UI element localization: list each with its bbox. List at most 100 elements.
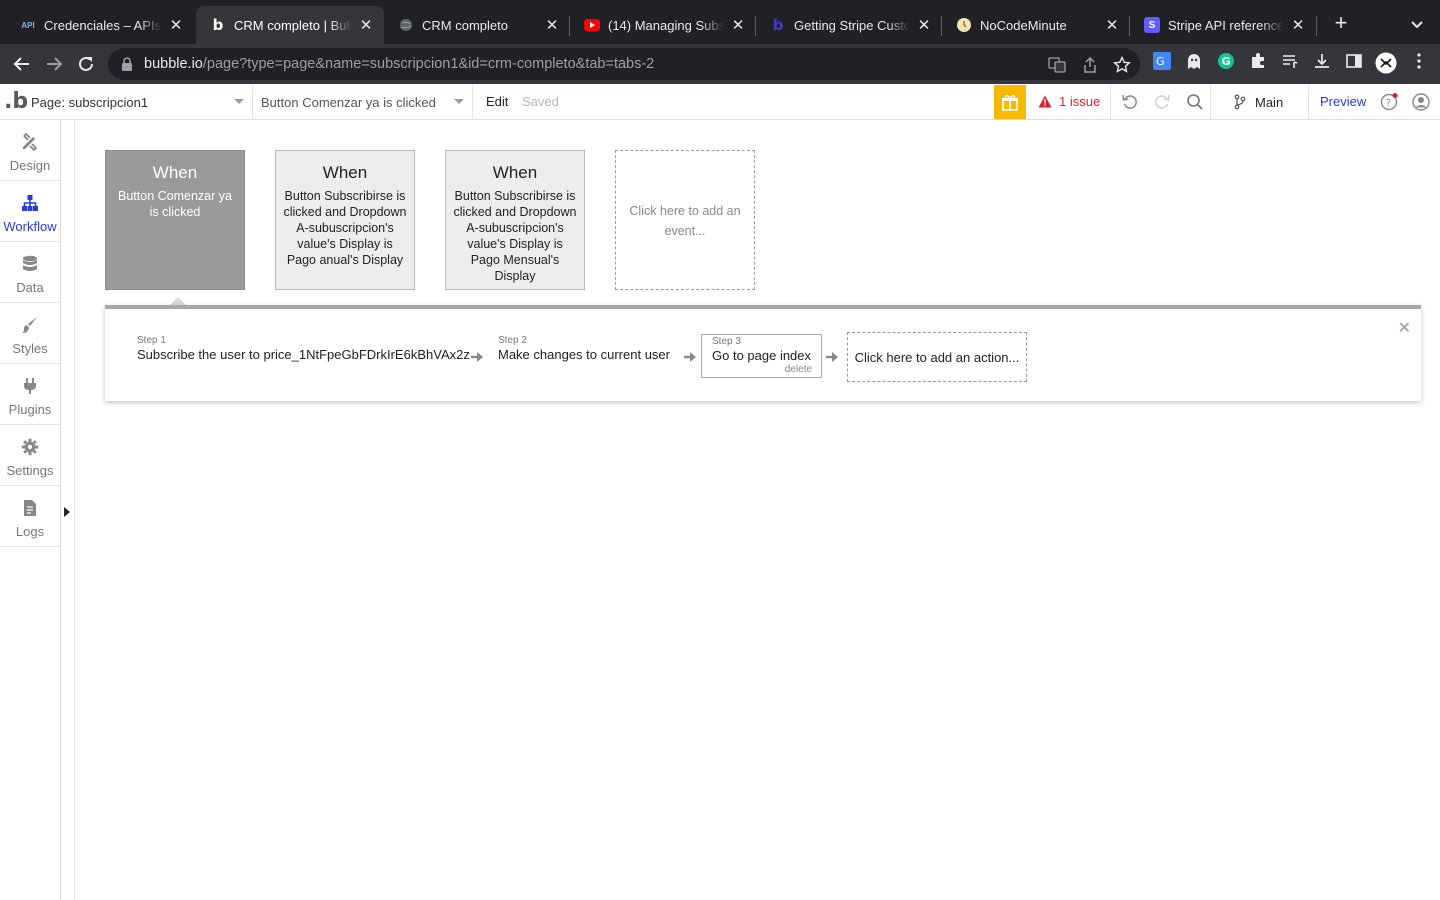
browser-tab[interactable]: CRM completo ✕	[384, 6, 570, 44]
add-event-placeholder[interactable]: Click here to add an event...	[615, 150, 755, 290]
close-tab-icon[interactable]: ✕	[1104, 16, 1120, 34]
branch-selector[interactable]: Main	[1234, 94, 1283, 110]
tab-separator	[1316, 16, 1317, 36]
issues-indicator[interactable]: 1 issue	[1038, 94, 1100, 109]
browser-tab-active[interactable]: b CRM completo | Bubble Editor ✕	[196, 6, 384, 44]
browser-tab[interactable]: S Stripe API reference – ✕	[1130, 6, 1316, 44]
workflow-actions-panel: Step 1 Subscribe the user to price_1NtFp…	[105, 305, 1421, 401]
logs-icon	[24, 500, 36, 516]
forward-arrow-icon[interactable]	[42, 52, 66, 76]
close-icon[interactable]: ✕	[1398, 318, 1411, 338]
bookmark-star-icon[interactable]	[1112, 55, 1132, 74]
sidebar-item-design[interactable]: Design	[0, 120, 60, 181]
url-host: bubble.io	[144, 56, 203, 72]
add-action-placeholder[interactable]: Click here to add an action...	[847, 332, 1027, 382]
event-card[interactable]: When Button Subscribirse is clicked and …	[275, 150, 415, 290]
selected-event-pointer	[170, 297, 186, 305]
delete-step-link[interactable]: delete	[712, 364, 812, 375]
action-step[interactable]: Step 1 Subscribe the user to price_1NtFp…	[137, 335, 470, 362]
editor-sidebar: Design Workflow Data Styles Plugins Sett…	[0, 120, 61, 900]
reload-icon[interactable]	[74, 52, 98, 76]
close-tab-icon[interactable]: ✕	[1290, 16, 1306, 34]
sidebar-item-workflow[interactable]: Workflow	[0, 181, 60, 242]
step-number: Step 1	[137, 335, 166, 346]
back-arrow-icon[interactable]	[10, 52, 34, 76]
sidebar-item-settings[interactable]: Settings	[0, 425, 60, 486]
header-divider	[1110, 85, 1111, 119]
event-card-selected[interactable]: When Button Comenzar ya is clicked	[105, 150, 245, 290]
sidebar-item-logs[interactable]: Logs	[0, 486, 60, 547]
redo-icon[interactable]	[1153, 93, 1171, 111]
tab-title: CRM completo | Bubble Editor	[234, 17, 352, 33]
sidebar-item-label: Data	[16, 280, 44, 295]
close-tab-icon[interactable]: ✕	[916, 16, 932, 34]
event-when-label: When	[322, 163, 368, 182]
event-description: Button Comenzar ya is clicked	[118, 189, 232, 219]
browser-tab[interactable]: (14) Managing Subscriptions ✕	[570, 6, 756, 44]
settings-icon	[21, 438, 39, 456]
branch-icon	[1234, 94, 1246, 110]
header-divider	[1210, 85, 1211, 119]
page-selector-label: Page: subscripcion1	[31, 94, 149, 110]
action-step-selected[interactable]: Step 3 Go to page index delete	[701, 334, 823, 378]
tab-separator	[1129, 16, 1130, 36]
preview-button[interactable]: Preview	[1320, 94, 1366, 109]
close-tab-icon[interactable]: ✕	[358, 16, 374, 34]
expand-arrow-icon[interactable]	[64, 507, 70, 517]
sidebar-item-data[interactable]: Data	[0, 242, 60, 303]
page-selector-dropdown[interactable]: Page: subscripcion1	[22, 84, 253, 120]
browser-tab[interactable]: API Credenciales – APIs y servicios ✕	[6, 6, 194, 44]
data-icon	[23, 255, 37, 271]
sidebar-item-label: Plugins	[8, 402, 52, 417]
browser-tab[interactable]: NoCodeMinute ✕	[942, 6, 1130, 44]
add-event-label: Click here to add an event...	[629, 204, 741, 238]
edit-menu[interactable]: Edit	[486, 94, 508, 109]
new-tab-button[interactable]: +	[1328, 10, 1354, 36]
close-tab-icon[interactable]: ✕	[168, 16, 184, 34]
search-icon[interactable]	[1186, 93, 1204, 111]
grammarly-extension-icon[interactable]: G	[1217, 52, 1235, 70]
undo-icon[interactable]	[1121, 93, 1139, 111]
sidebar-item-plugins[interactable]: Plugins	[0, 364, 60, 425]
sidebar-item-styles[interactable]: Styles	[0, 303, 60, 364]
media-queue-icon[interactable]	[1281, 52, 1299, 70]
clock-favicon-icon	[956, 17, 972, 33]
event-description: Button Subscribirse is clicked and Dropd…	[283, 189, 407, 267]
tab-title: NoCodeMinute	[980, 17, 1067, 33]
download-icon[interactable]	[1313, 52, 1331, 70]
step-number: Step 2	[498, 335, 527, 346]
help-icon[interactable]: ?	[1380, 93, 1398, 111]
browser-menu-kebab-icon[interactable]	[1410, 52, 1428, 70]
step-text: Subscribe the user to price_1NtFpeGbFDrk…	[137, 347, 470, 362]
gift-button[interactable]	[994, 85, 1026, 119]
saved-status: Saved	[522, 94, 559, 109]
bubble-favicon-icon: b	[772, 16, 784, 34]
extensions-puzzle-icon[interactable]	[1249, 52, 1267, 70]
lock-icon	[120, 57, 134, 71]
browser-tab[interactable]: b Getting Stripe Customer ✕	[756, 6, 942, 44]
tab-separator	[755, 16, 756, 36]
bubble-favicon-icon: b	[212, 16, 224, 34]
action-step[interactable]: Step 2 Make changes to current user	[498, 335, 670, 362]
event-when-label: When	[152, 163, 198, 182]
element-selector-dropdown[interactable]: Button Comenzar ya is clicked	[253, 84, 473, 120]
close-tab-icon[interactable]: ✕	[730, 16, 746, 34]
event-card[interactable]: When Button Subscribirse is clicked and …	[445, 150, 585, 290]
event-when-label: When	[492, 163, 538, 182]
ghost-extension-icon[interactable]	[1185, 52, 1203, 70]
google-translate-extension-icon[interactable]: G	[1153, 52, 1171, 70]
tab-title: Stripe API reference –	[1168, 17, 1284, 33]
header-divider	[1308, 85, 1309, 119]
gift-icon	[1002, 95, 1018, 111]
address-bar[interactable]: bubble.io/page?type=page&name=subscripci…	[108, 48, 1140, 80]
event-description: Button Subscribirse is clicked and Dropd…	[453, 189, 577, 283]
sidebar-item-label: Logs	[15, 524, 45, 539]
account-icon[interactable]	[1412, 93, 1430, 111]
close-tab-icon[interactable]: ✕	[544, 16, 560, 34]
side-panel-icon[interactable]	[1345, 52, 1363, 70]
tab-search-chevron-icon[interactable]	[1405, 12, 1429, 36]
workflow-icon	[22, 195, 38, 211]
translate-icon[interactable]	[1048, 56, 1066, 74]
share-icon[interactable]	[1081, 56, 1099, 74]
profile-avatar-icon[interactable]	[1375, 52, 1397, 74]
